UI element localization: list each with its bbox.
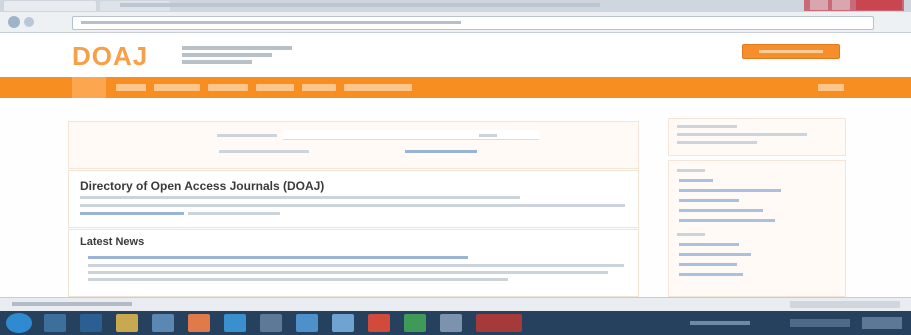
status-zoom[interactable] — [790, 301, 900, 308]
sidebar-text-line — [677, 141, 757, 144]
browser-forward-icon[interactable] — [24, 17, 34, 27]
sidebar-text-line — [677, 125, 737, 128]
site-tagline-line — [182, 60, 252, 64]
taskbar-app-icon[interactable] — [152, 314, 174, 332]
search-input[interactable] — [283, 130, 539, 140]
browser-back-icon[interactable] — [8, 16, 20, 28]
taskbar-app-icon[interactable] — [260, 314, 282, 332]
sidebar-link[interactable] — [679, 243, 739, 246]
system-tray-text — [690, 321, 750, 325]
intro-text-line — [80, 196, 520, 199]
site-logo[interactable]: DOAJ — [72, 41, 148, 72]
status-text — [12, 302, 132, 306]
sidebar-link[interactable] — [679, 199, 739, 202]
intro-text-line — [80, 204, 625, 207]
taskbar-app-icon[interactable] — [332, 314, 354, 332]
windows-start-icon[interactable] — [6, 313, 32, 333]
system-tray-icons[interactable] — [790, 319, 850, 327]
sidebar-link[interactable] — [679, 253, 751, 256]
address-bar[interactable] — [72, 16, 874, 30]
sidebar-info-box — [668, 118, 846, 156]
nav-item[interactable] — [154, 84, 200, 91]
news-text-line — [88, 278, 508, 281]
nav-item[interactable] — [344, 84, 412, 91]
windows-taskbar — [0, 311, 911, 335]
taskbar-app-icon[interactable] — [404, 314, 426, 332]
sidebar-link[interactable] — [679, 219, 775, 222]
nav-item-login[interactable] — [818, 84, 844, 91]
search-option[interactable] — [219, 150, 309, 153]
latest-news-heading: Latest News — [80, 236, 145, 248]
taskbar-app-icon[interactable] — [44, 314, 66, 332]
taskbar-app-icon[interactable] — [368, 314, 390, 332]
sidebar-heading — [677, 233, 705, 236]
sidebar-link[interactable] — [679, 189, 781, 192]
taskbar-app-icon[interactable] — [224, 314, 246, 332]
minimize-button[interactable] — [810, 0, 828, 10]
sidebar-link[interactable] — [679, 273, 743, 276]
sidebar-links-box — [668, 160, 846, 297]
tab-strip-text — [120, 3, 600, 7]
news-headline-link[interactable] — [88, 256, 468, 259]
sidebar-link[interactable] — [679, 209, 763, 212]
page-title: Directory of Open Access Journals (DOAJ) — [80, 179, 325, 193]
nav-item[interactable] — [116, 84, 146, 91]
sidebar-text-line — [677, 133, 807, 136]
nav-item[interactable] — [208, 84, 248, 91]
maximize-button[interactable] — [832, 0, 850, 10]
sidebar-link[interactable] — [679, 263, 737, 266]
apply-button[interactable] — [742, 44, 840, 59]
browser-tab-strip — [0, 0, 911, 12]
sidebar-link[interactable] — [679, 179, 713, 182]
taskbar-app-icon[interactable] — [476, 314, 522, 332]
browser-tab[interactable] — [4, 1, 96, 11]
news-text-line — [88, 264, 624, 267]
browser-status-bar — [0, 297, 911, 312]
search-label — [217, 134, 277, 137]
close-button[interactable] — [856, 0, 902, 10]
taskbar-app-icon[interactable] — [80, 314, 102, 332]
nav-item[interactable] — [302, 84, 336, 91]
search-panel — [68, 121, 639, 169]
news-text-line — [88, 271, 608, 274]
main-nav — [0, 77, 911, 98]
taskbar-app-icon[interactable] — [440, 314, 462, 332]
system-clock[interactable] — [862, 317, 902, 329]
intro-text-line — [188, 212, 280, 215]
nav-item[interactable] — [256, 84, 294, 91]
taskbar-app-icon[interactable] — [188, 314, 210, 332]
search-button[interactable] — [479, 134, 497, 137]
advanced-search-link[interactable] — [405, 150, 477, 153]
address-bar-text — [81, 21, 461, 24]
taskbar-app-icon[interactable] — [296, 314, 318, 332]
news-panel — [68, 229, 639, 297]
sidebar-heading — [677, 169, 705, 172]
site-tagline-line — [182, 53, 272, 57]
site-tagline-line — [182, 46, 292, 50]
nav-item-home[interactable] — [72, 77, 106, 98]
apply-button-label — [759, 50, 823, 53]
intro-link[interactable] — [80, 212, 184, 215]
taskbar-app-icon[interactable] — [116, 314, 138, 332]
